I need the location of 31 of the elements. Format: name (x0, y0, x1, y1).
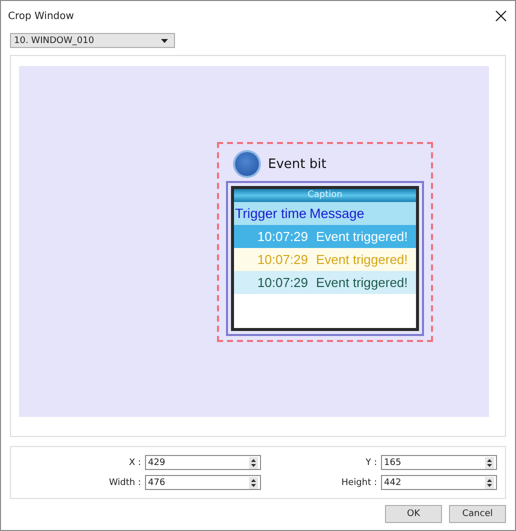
column-header: Message (310, 206, 364, 221)
cancel-button[interactable]: Cancel (449, 505, 506, 523)
event-message: Event triggered! (316, 252, 408, 267)
window-title: Crop Window (8, 10, 74, 22)
window-dropdown[interactable]: 10. WINDOW_010 (10, 33, 175, 48)
event-bit-label: Event bit (268, 156, 326, 172)
column-header: Trigger time (234, 206, 308, 221)
field-label: Y : (364, 458, 377, 468)
spinner-icon[interactable] (249, 476, 258, 488)
crop-rectangle[interactable]: Event bit Caption Trigger time Message 10:07:29 Event triggered! 10:07:29 Event triggered! 10:07:29 Event triggered! (217, 142, 433, 342)
spinner-icon[interactable] (249, 456, 258, 468)
alarm-row[interactable]: 10:07:29 Event triggered! (234, 271, 416, 294)
lamp-icon (235, 152, 259, 176)
ok-button[interactable]: OK (385, 505, 442, 523)
close-icon[interactable] (495, 10, 507, 22)
number-field[interactable]: 476 (145, 475, 261, 490)
field-label: X : (128, 458, 141, 468)
caption-bar: Caption (234, 189, 416, 202)
trigger-time: 10:07:29 (256, 275, 309, 290)
event-message: Event triggered! (316, 229, 408, 244)
caret-icon (161, 38, 168, 42)
number-field[interactable]: 165 (381, 455, 497, 470)
field-label: Width : (108, 478, 141, 488)
trigger-time: 10:07:29 (256, 252, 309, 267)
number-field[interactable]: 442 (381, 475, 497, 490)
trigger-time: 10:07:29 (256, 229, 309, 244)
number-field[interactable]: 429 (145, 455, 261, 470)
spinner-icon[interactable] (485, 456, 494, 468)
field-label: Height : (340, 478, 377, 488)
event-message: Event triggered! (316, 275, 408, 290)
spinner-icon[interactable] (485, 476, 494, 488)
